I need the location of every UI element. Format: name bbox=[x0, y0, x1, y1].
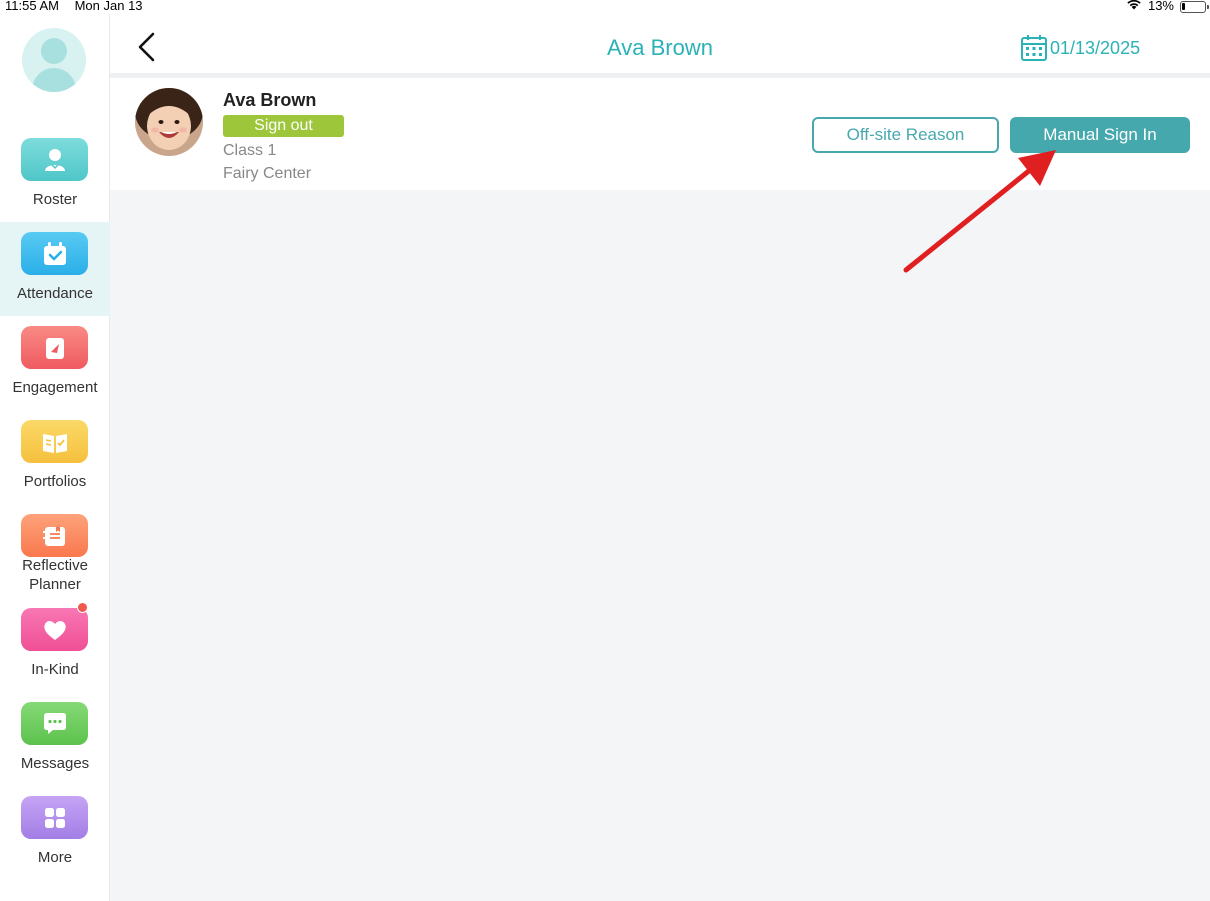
battery-percent: 13% bbox=[1147, 0, 1174, 13]
sidebar-item-label: In-Kind bbox=[31, 661, 79, 678]
wifi-icon bbox=[1126, 0, 1142, 13]
sidebar-item-roster[interactable]: Roster bbox=[0, 128, 110, 222]
sidebar: Roster Attendance Engagement Portfolios … bbox=[0, 14, 110, 901]
chat-icon bbox=[21, 702, 88, 745]
sidebar-item-label-line1: Reflective bbox=[22, 557, 88, 574]
notification-dot bbox=[77, 602, 88, 613]
planner-icon bbox=[21, 514, 88, 557]
status-date: Mon Jan 13 bbox=[74, 0, 143, 13]
sidebar-item-label: More bbox=[37, 849, 73, 866]
battery-icon bbox=[1180, 0, 1209, 13]
student-photo bbox=[135, 88, 203, 156]
user-avatar[interactable] bbox=[22, 28, 86, 92]
roster-icon bbox=[21, 138, 88, 181]
portfolio-book-icon bbox=[21, 420, 88, 463]
sidebar-item-portfolios[interactable]: Portfolios bbox=[0, 410, 110, 504]
calendar-check-icon bbox=[21, 232, 88, 275]
heart-icon bbox=[21, 608, 88, 651]
date-picker[interactable]: 01/13/2025 bbox=[1020, 34, 1140, 62]
student-class: Class 1 bbox=[223, 142, 277, 159]
calendar-icon bbox=[1021, 35, 1047, 61]
status-time: 11:55 AM bbox=[5, 0, 59, 13]
status-badge: Sign out bbox=[223, 115, 344, 137]
sidebar-item-attendance[interactable]: Attendance bbox=[0, 222, 110, 316]
sidebar-item-label: Engagement bbox=[12, 379, 98, 396]
student-name: Ava Brown bbox=[223, 90, 317, 110]
student-card: Ava Brown Sign out Class 1 Fairy Center … bbox=[110, 78, 1210, 190]
student-center: Fairy Center bbox=[223, 165, 312, 182]
selected-date: 01/13/2025 bbox=[1050, 37, 1141, 58]
engagement-icon bbox=[21, 326, 88, 369]
manual-sign-in-button[interactable]: Manual Sign In bbox=[1010, 117, 1190, 153]
sidebar-item-more[interactable]: More bbox=[0, 786, 110, 880]
sidebar-item-label: Portfolios bbox=[23, 473, 87, 490]
sidebar-item-reflective-planner[interactable]: Reflective Planner bbox=[0, 504, 110, 598]
page-header: Ava Brown 01/13/2025 bbox=[110, 14, 1210, 73]
sidebar-item-messages[interactable]: Messages bbox=[0, 692, 110, 786]
main-content: Ava Brown Sign out Class 1 Fairy Center … bbox=[110, 73, 1210, 901]
status-bar: 11:55 AM Mon Jan 13 13% bbox=[0, 0, 1210, 14]
offsite-reason-button[interactable]: Off-site Reason bbox=[812, 117, 999, 153]
sidebar-item-label-line2: Planner bbox=[29, 576, 81, 593]
sidebar-item-label: Messages bbox=[20, 755, 90, 772]
sidebar-item-label: Attendance bbox=[17, 285, 93, 302]
grid-icon bbox=[21, 796, 88, 839]
sidebar-item-engagement[interactable]: Engagement bbox=[0, 316, 110, 410]
sidebar-item-in-kind[interactable]: In-Kind bbox=[0, 598, 110, 692]
sidebar-item-label: Roster bbox=[32, 191, 78, 208]
